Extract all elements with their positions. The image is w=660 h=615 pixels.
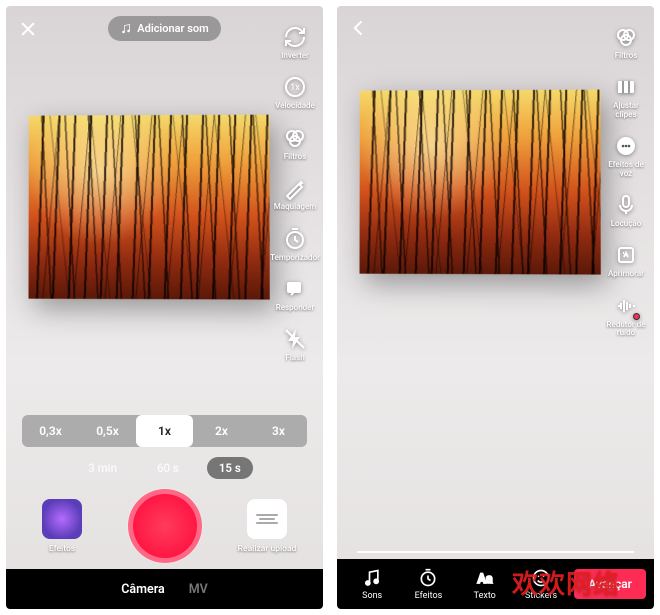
notification-dot: [633, 313, 640, 320]
music-note-icon: [120, 23, 132, 35]
tool-voice-effects[interactable]: Efeitos de voz: [602, 133, 650, 178]
effects-icon: [418, 568, 438, 588]
tool-voiceover[interactable]: Locução: [602, 192, 650, 228]
wall-painting: [29, 114, 270, 299]
tool-label: Velocidade: [275, 102, 315, 110]
speed-2x[interactable]: 2x: [193, 415, 250, 447]
next-button[interactable]: Avançar: [574, 569, 646, 599]
edit-text[interactable]: Aa Texto: [458, 568, 512, 601]
edit-screen: Filtros Ajustar clipes Efeitos de voz Lo…: [337, 6, 654, 609]
tool-label: Responder: [276, 304, 315, 312]
flip-icon: [282, 24, 308, 50]
svg-text:1x: 1x: [290, 83, 300, 93]
reply-icon: [282, 276, 308, 302]
camera-screen: Adicionar som Inverter 1x Velocidade Fil…: [6, 6, 323, 609]
timer-icon: [282, 226, 308, 252]
effects-button[interactable]: Efeitos: [34, 499, 90, 554]
upload-label: Realizar upload: [238, 544, 297, 554]
wall-painting: [360, 90, 601, 275]
back-icon[interactable]: [347, 16, 371, 40]
tool-filters[interactable]: Filtros: [602, 24, 650, 60]
edit-item-label: Texto: [474, 591, 496, 601]
effects-thumb: [42, 499, 82, 539]
speed-1x[interactable]: 1x: [136, 415, 193, 447]
duration-selector: 3 min 60 s 15 s: [6, 457, 323, 479]
duration-15s[interactable]: 15 s: [207, 457, 253, 479]
tool-label: Redutor de ruído: [602, 321, 650, 338]
tool-label: Efeitos de voz: [602, 161, 650, 178]
record-button[interactable]: [128, 489, 202, 563]
beauty-icon: [282, 175, 308, 201]
close-icon[interactable]: [16, 17, 40, 41]
edit-item-label: Efeitos: [415, 591, 443, 601]
noise-reduction-icon: [613, 293, 639, 319]
edit-item-label: Stickers: [525, 591, 557, 601]
flash-off-icon: [282, 326, 308, 352]
edit-stickers[interactable]: Stickers: [514, 568, 568, 601]
upload-thumb: [247, 499, 287, 539]
speed-0-3x[interactable]: 0,3x: [22, 415, 79, 447]
tool-label: Inverter: [281, 52, 309, 60]
effects-label: Efeitos: [49, 544, 75, 554]
record-row: Efeitos Realizar upload: [6, 489, 323, 563]
upload-button[interactable]: Realizar upload: [239, 499, 295, 554]
tool-label: Temporizador: [270, 254, 320, 262]
speed-0-5x[interactable]: 0,5x: [79, 415, 136, 447]
tool-reply[interactable]: Responder: [271, 276, 319, 312]
edit-sounds[interactable]: Sons: [345, 568, 399, 601]
tool-label: Ajustar clipes: [602, 102, 650, 119]
edit-side-tools: Filtros Ajustar clipes Efeitos de voz Lo…: [602, 24, 650, 338]
timeline-scrubber[interactable]: [357, 551, 634, 553]
edit-effects[interactable]: Efeitos: [401, 568, 455, 601]
tool-label: Filtros: [284, 153, 307, 161]
tool-beauty[interactable]: Maquiagem: [271, 175, 319, 211]
camera-bottom-nav: Câmera MV: [6, 569, 323, 609]
enhance-icon: [613, 242, 639, 268]
filters-icon: [282, 125, 308, 151]
speed-selector: 0,3x 0,5x 1x 2x 3x: [22, 415, 307, 447]
tool-label: Filtros: [615, 52, 638, 60]
speed-icon: 1x: [282, 74, 308, 100]
tool-flash[interactable]: Flash: [271, 326, 319, 362]
tool-label: Maquiagem: [274, 203, 316, 211]
filters-icon: [613, 24, 639, 50]
voice-effects-icon: [613, 133, 639, 159]
svg-text:Aa: Aa: [477, 572, 492, 587]
speed-3x[interactable]: 3x: [250, 415, 307, 447]
nav-mv[interactable]: MV: [189, 582, 208, 597]
edit-bottom-bar: Sons Efeitos Aa Texto Stickers Avançar: [337, 559, 654, 609]
tool-label: Locução: [611, 220, 642, 228]
add-sound-button[interactable]: Adicionar som: [108, 16, 220, 41]
tool-noise-reduction[interactable]: Redutor de ruído: [602, 293, 650, 338]
adjust-clips-icon: [613, 74, 639, 100]
tool-filters[interactable]: Filtros: [271, 125, 319, 161]
camera-side-tools: Inverter 1x Velocidade Filtros Maquiagem…: [271, 24, 319, 363]
tool-enhance[interactable]: Aprimorar: [602, 242, 650, 278]
tool-flip[interactable]: Inverter: [271, 24, 319, 60]
nav-camera[interactable]: Câmera: [121, 582, 164, 597]
add-sound-label: Adicionar som: [137, 22, 208, 35]
duration-60s[interactable]: 60 s: [145, 457, 191, 479]
tool-timer[interactable]: Temporizador: [271, 226, 319, 262]
tool-adjust-clips[interactable]: Ajustar clipes: [602, 74, 650, 119]
duration-3min[interactable]: 3 min: [76, 457, 129, 479]
mic-icon: [613, 192, 639, 218]
edit-item-label: Sons: [362, 591, 382, 601]
text-icon: Aa: [475, 568, 495, 588]
tool-label: Flash: [285, 354, 304, 362]
music-note-icon: [362, 568, 382, 588]
tool-label: Aprimorar: [608, 270, 644, 278]
stickers-icon: [531, 568, 551, 588]
tool-speed[interactable]: 1x Velocidade: [271, 74, 319, 110]
